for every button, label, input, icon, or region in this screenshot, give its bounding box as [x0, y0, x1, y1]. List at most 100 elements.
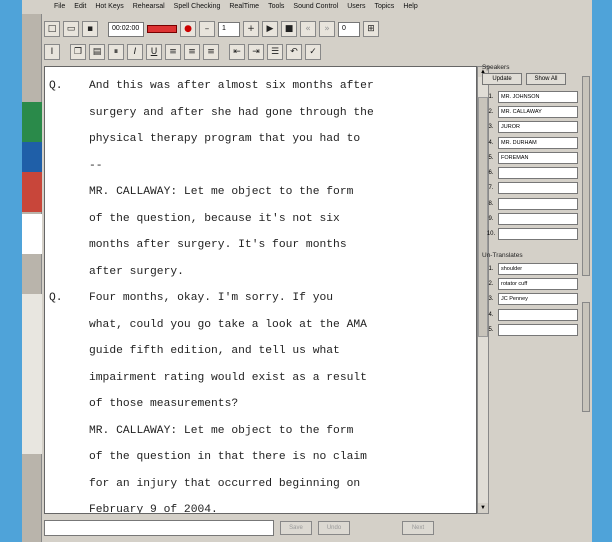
untranslate-field[interactable]: rotator cuff	[498, 277, 578, 290]
untranslates-scrollbar[interactable]	[582, 302, 590, 412]
play-icon[interactable]: ▶	[262, 21, 278, 37]
outdent-icon[interactable]: ⇤	[229, 44, 245, 60]
indent-icon[interactable]: ⇥	[248, 44, 264, 60]
speaker-name-field[interactable]	[498, 213, 578, 226]
menu-rehearsal[interactable]: Rehearsal	[133, 3, 165, 14]
white-block	[22, 214, 42, 254]
speaker-name-field[interactable]	[498, 228, 578, 241]
new-file-icon[interactable]: □	[44, 21, 60, 37]
menu-bar: File Edit Hot Keys Rehearsal Spell Check…	[22, 0, 592, 14]
untranslate-row: 3. JC Penney	[484, 292, 592, 307]
line-marker	[45, 503, 89, 513]
transcript-line[interactable]: for an injury that occurred beginning on	[45, 477, 465, 504]
scroll-down-icon[interactable]: ▼	[478, 503, 488, 513]
speaker-name-field[interactable]	[498, 197, 578, 210]
transcript-line[interactable]: MR. CALLAWAY: Let me object to the form	[45, 185, 465, 212]
line-marker: Q.	[49, 80, 63, 92]
speaker-row: 6.	[484, 165, 592, 180]
next-button[interactable]: Next	[402, 521, 434, 535]
plus-icon[interactable]: +	[243, 21, 259, 37]
transcript-line[interactable]: February 9 of 2004.	[45, 503, 465, 514]
align-left-icon[interactable]: ≡	[165, 44, 181, 60]
menu-help[interactable]: Help	[403, 3, 417, 14]
untranslate-field[interactable]	[498, 308, 578, 321]
menu-realtime[interactable]: RealTime	[229, 3, 259, 14]
underline-icon[interactable]: U	[146, 44, 162, 60]
transcript-line[interactable]: Q. And this was after almost six months a…	[45, 79, 465, 106]
transcript-line[interactable]: guide fifth edition, and tell us what	[45, 344, 465, 371]
record-icon[interactable]: ●	[180, 21, 196, 37]
untranslate-field[interactable]: shoulder	[498, 262, 578, 275]
speaker-name-field[interactable]: MR. CALLAWAY	[498, 105, 578, 118]
network-icon[interactable]: ⊞	[363, 21, 379, 37]
line-text: guide fifth edition, and tell us what	[89, 345, 340, 357]
save-icon[interactable]: ▪	[82, 21, 98, 37]
fast-forward-icon[interactable]: »	[319, 21, 335, 37]
open-folder-icon[interactable]: ▭	[63, 21, 79, 37]
line-marker	[45, 397, 89, 424]
speakers-scrollbar[interactable]	[582, 76, 590, 276]
save-button[interactable]: Save	[280, 521, 312, 535]
page-field[interactable]: 1	[218, 21, 240, 37]
speaker-name-field[interactable]	[498, 167, 578, 180]
menu-tools[interactable]: Tools	[268, 3, 284, 14]
transcript-line[interactable]: months after surgery. It's four months	[45, 238, 465, 265]
rewind-icon[interactable]: «	[300, 21, 316, 37]
undo-button[interactable]: Undo	[318, 521, 350, 535]
line-text: of those measurements?	[89, 398, 239, 410]
transcript-line[interactable]: MR. CALLAWAY: Let me object to the form	[45, 424, 465, 451]
line-text: February 9 of 2004.	[89, 504, 218, 514]
paste-icon[interactable]: ▤	[89, 44, 105, 60]
cursor-icon[interactable]: I	[44, 44, 60, 60]
speaker-number: 1.	[488, 93, 494, 100]
transcript-line[interactable]: impairment rating would exist as a resul…	[45, 371, 465, 398]
transcript-line[interactable]: --	[45, 159, 465, 186]
list-icon[interactable]: ☰	[267, 44, 283, 60]
menu-hot-keys[interactable]: Hot Keys	[95, 3, 123, 14]
menu-sound-control[interactable]: Sound Control	[293, 3, 338, 14]
align-center-icon[interactable]: ≡	[184, 44, 200, 60]
blue-block	[22, 142, 42, 172]
menu-topics[interactable]: Topics	[374, 3, 394, 14]
transcript-line[interactable]: of those measurements?	[45, 397, 465, 424]
pause-icon[interactable]: ⏸	[108, 44, 124, 60]
show-all-button[interactable]: Show All	[526, 73, 566, 85]
update-button[interactable]: Update	[482, 73, 522, 85]
transcript-line[interactable]: surgery and after she had gone through t…	[45, 106, 465, 133]
command-input[interactable]	[44, 520, 274, 536]
minus-icon[interactable]: –	[199, 21, 215, 37]
line-text: for an injury that occurred beginning on	[89, 477, 361, 490]
menu-file[interactable]: File	[54, 3, 65, 14]
menu-spell-checking[interactable]: Spell Checking	[174, 3, 221, 14]
speaker-number: 2.	[488, 108, 494, 115]
menu-edit[interactable]: Edit	[74, 3, 86, 14]
transcript-line[interactable]: of the question in that there is no clai…	[45, 450, 465, 477]
speaker-name-field[interactable]: MR. JOHNSON	[498, 90, 578, 103]
untranslate-field[interactable]: JC Penney	[498, 293, 578, 306]
untranslate-field[interactable]	[498, 323, 578, 336]
italic-icon[interactable]: I	[127, 44, 143, 60]
spellcheck-icon[interactable]: ✓	[305, 44, 321, 60]
time-field[interactable]: 00:02:00	[108, 21, 144, 37]
transcript-editor[interactable]: Q. And this was after almost six months a…	[44, 66, 477, 514]
copy-icon[interactable]: ❐	[70, 44, 86, 60]
speaker-name-field[interactable]: MR. DURHAM	[498, 136, 578, 149]
undo-icon[interactable]: ↶	[286, 44, 302, 60]
line-text: months after surgery. It's four months	[89, 239, 347, 251]
line-text: what, could you go take a look at the AM…	[89, 318, 367, 331]
speaker-name-field[interactable]	[498, 182, 578, 195]
stop-icon[interactable]: ■	[281, 21, 297, 37]
speaker-name-field[interactable]: JUROR	[498, 121, 578, 134]
untranslate-number: 5.	[488, 326, 494, 333]
transcript-line[interactable]: physical therapy program that you had to	[45, 132, 465, 159]
line-text: --	[89, 159, 103, 172]
transcript-line[interactable]: Q. Four months, okay. I'm sorry. If you	[45, 291, 465, 318]
transcript-line[interactable]: after surgery.	[45, 265, 465, 292]
app-window: File Edit Hot Keys Rehearsal Spell Check…	[22, 0, 592, 542]
align-right-icon[interactable]: ≡	[203, 44, 219, 60]
transcript-line[interactable]: what, could you go take a look at the AM…	[45, 318, 465, 345]
menu-users[interactable]: Users	[347, 3, 365, 14]
speaker-name-field[interactable]: FOREMAN	[498, 151, 578, 164]
line-field[interactable]: 0	[338, 21, 360, 37]
transcript-line[interactable]: of the question, because it's not six	[45, 212, 465, 239]
